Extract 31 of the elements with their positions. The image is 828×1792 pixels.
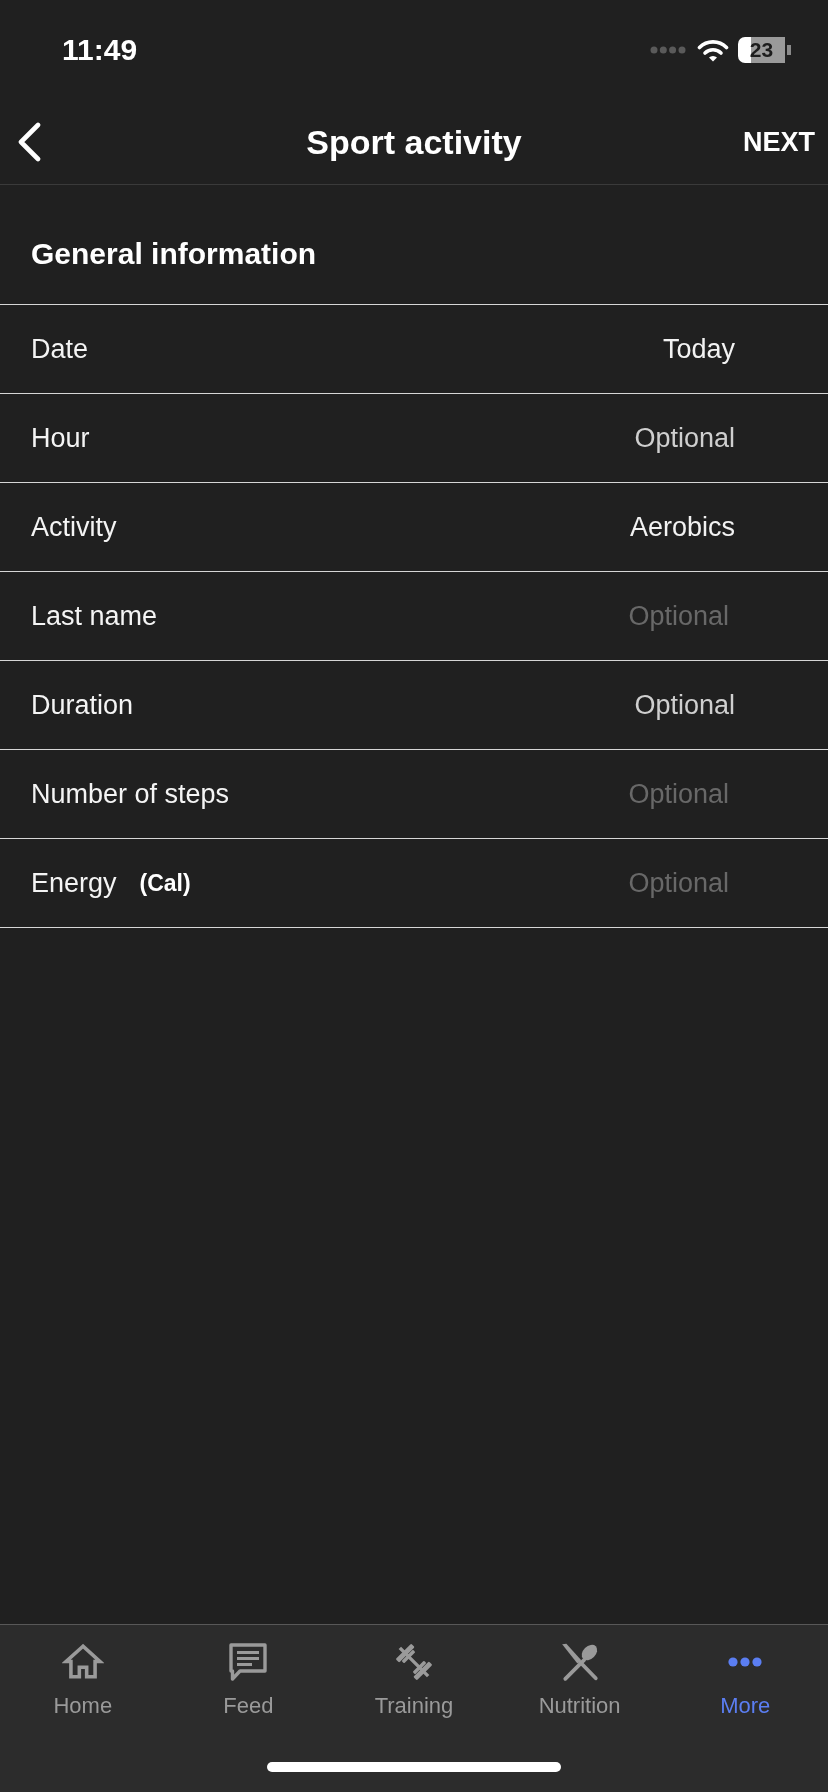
tab-item[interactable]: Feed <box>165 1641 332 1719</box>
status-time: 11:49 <box>62 33 138 67</box>
chevron-left-icon <box>16 122 42 162</box>
tab-item[interactable]: Home <box>0 1641 166 1719</box>
signal-icon <box>650 46 686 54</box>
field-label: Activity <box>31 511 117 543</box>
more-dots-icon <box>728 1657 763 1667</box>
field-label: Duration <box>31 689 134 721</box>
back-button[interactable] <box>16 122 42 162</box>
next-button[interactable]: NEXT <box>743 126 815 158</box>
section-title: General information <box>31 237 317 270</box>
input-field[interactable]: Optional <box>509 774 729 814</box>
field-label: Number of steps <box>31 778 230 810</box>
picker-field[interactable]: Optional <box>634 689 735 721</box>
input-field[interactable]: Optional <box>509 863 729 903</box>
unit-label: (Cal) <box>139 869 191 897</box>
tab-item[interactable]: Training <box>331 1641 497 1719</box>
speech-bubble-icon <box>227 1641 270 1683</box>
field-label: Energy <box>31 867 117 899</box>
dumbbell-icon <box>393 1641 435 1683</box>
picker-field[interactable]: Today <box>662 333 735 365</box>
wifi-icon <box>697 38 729 62</box>
tab-item[interactable]: Nutrition <box>496 1641 663 1719</box>
picker-field[interactable]: Aerobics <box>629 511 735 543</box>
page-title: Sport activity <box>306 122 522 162</box>
field-label: Date <box>31 333 89 365</box>
field-label: Hour <box>31 422 90 454</box>
tab-item[interactable]: More <box>662 1641 828 1719</box>
input-field[interactable]: Optional <box>509 596 729 636</box>
picker-field[interactable]: Optional <box>634 422 735 454</box>
field-label: Last name <box>31 600 158 632</box>
